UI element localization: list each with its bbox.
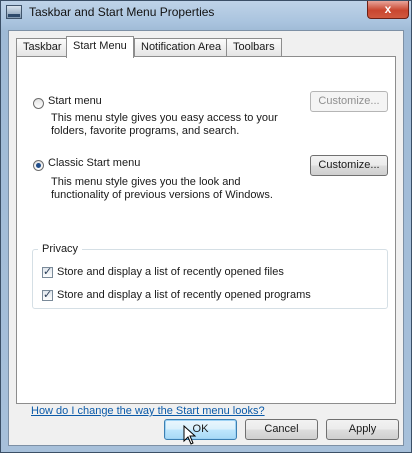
tab-start-menu[interactable]: Start Menu xyxy=(66,36,134,58)
start-menu-panel: Start menu This menu style gives you eas… xyxy=(16,56,396,417)
classic-customize-button[interactable]: Customize... xyxy=(310,155,388,176)
apply-button[interactable]: Apply xyxy=(326,419,399,440)
properties-window: Taskbar and Start Menu Properties x Task… xyxy=(0,0,412,453)
taskbar-icon xyxy=(6,5,22,19)
recent-programs-checkbox[interactable] xyxy=(42,288,53,301)
ok-button[interactable]: OK xyxy=(164,419,237,440)
privacy-group-title: Privacy xyxy=(38,243,83,255)
tab-taskbar[interactable]: Taskbar xyxy=(16,38,69,57)
start-menu-label[interactable]: Start menu xyxy=(48,95,102,107)
dialog-client: Taskbar Start Menu Notification Area Too… xyxy=(8,30,404,446)
help-link[interactable]: How do I change the way the Start menu l… xyxy=(31,405,265,417)
recent-files-checkbox[interactable] xyxy=(42,265,53,278)
recent-programs-label[interactable]: Store and display a list of recently ope… xyxy=(57,289,311,301)
title-bar[interactable]: Taskbar and Start Menu Properties x xyxy=(1,1,411,25)
classic-description-line1: This menu style gives you the look and xyxy=(51,176,241,188)
classic-start-menu-label[interactable]: Classic Start menu xyxy=(48,157,140,169)
classic-description-line2: functionality of previous versions of Wi… xyxy=(51,189,273,201)
close-button[interactable]: x xyxy=(367,1,409,19)
classic-start-menu-radio[interactable] xyxy=(33,160,44,171)
start-menu-radio[interactable] xyxy=(33,98,44,109)
start-menu-description-line1: This menu style gives you easy access to… xyxy=(51,112,278,124)
cancel-button[interactable]: Cancel xyxy=(245,419,318,440)
start-menu-customize-button[interactable]: Customize... xyxy=(310,91,388,112)
tab-toolbars[interactable]: Toolbars xyxy=(226,38,282,57)
mouse-cursor-icon xyxy=(183,425,197,445)
tab-notification-area[interactable]: Notification Area xyxy=(134,38,229,57)
recent-files-label[interactable]: Store and display a list of recently ope… xyxy=(57,266,284,278)
start-menu-description-line2: folders, favorite programs, and search. xyxy=(51,125,240,137)
window-title: Taskbar and Start Menu Properties xyxy=(29,5,215,19)
